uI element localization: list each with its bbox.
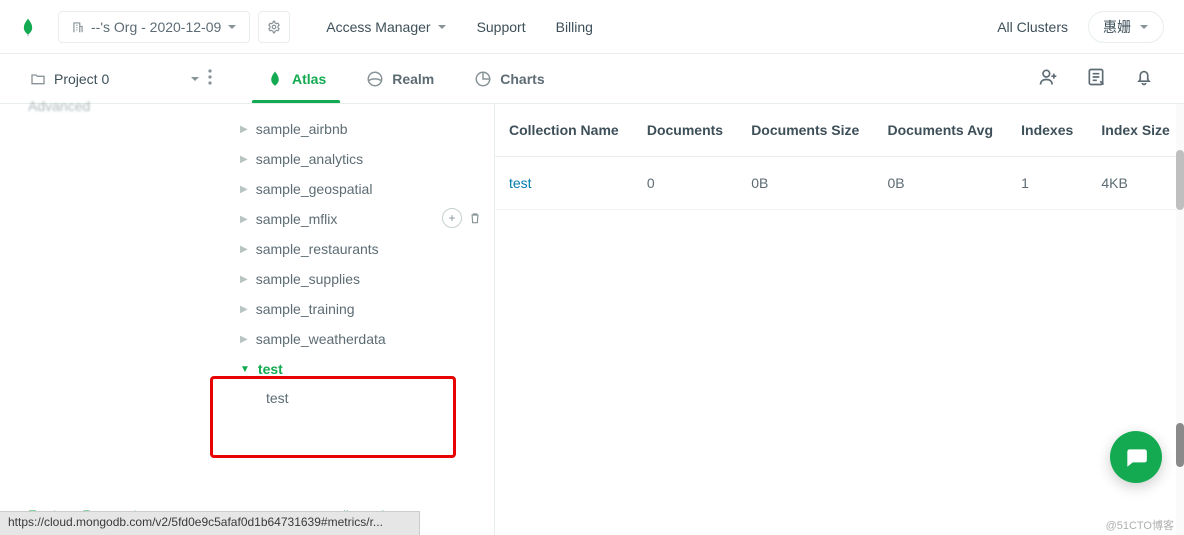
collections-table: Collection Name Documents Documents Size… (495, 104, 1184, 210)
chevron-right-icon: ▶ (240, 124, 248, 135)
trash-icon[interactable] (468, 211, 482, 225)
chevron-right-icon: ▶ (240, 184, 248, 195)
db-item-sample-analytics[interactable]: ▶sample_analytics (210, 144, 494, 174)
chevron-down-icon: ▼ (240, 364, 250, 375)
db-item-actions: + (442, 208, 482, 228)
top-bar: --'s Org - 2020-12-09 Access Manager Sup… (0, 0, 1184, 54)
tab-charts[interactable]: Charts (474, 56, 544, 102)
project-bar: Project 0 Atlas Realm Charts (0, 54, 1184, 104)
invite-button[interactable] (1038, 67, 1058, 90)
charts-icon (474, 70, 492, 88)
cell-documents: 0 (633, 157, 737, 210)
db-item-sample-mflix[interactable]: ▶sample_mflix + (210, 204, 494, 234)
col-indexes: Indexes (1007, 104, 1087, 157)
folder-icon (30, 71, 46, 87)
chevron-right-icon: ▶ (240, 214, 248, 225)
db-item-sample-training[interactable]: ▶sample_training (210, 294, 494, 324)
db-item-sample-geospatial[interactable]: ▶sample_geospatial (210, 174, 494, 204)
project-more-button[interactable] (204, 65, 216, 92)
db-item-sample-restaurants[interactable]: ▶sample_restaurants (210, 234, 494, 264)
person-plus-icon (1038, 67, 1058, 87)
chevron-right-icon: ▶ (240, 154, 248, 165)
truncated-text: Advanced (28, 98, 198, 114)
db-item-test[interactable]: ▼test (210, 354, 494, 384)
gear-icon (267, 20, 281, 34)
col-index-size: Index Size (1087, 104, 1184, 157)
access-manager-menu[interactable]: Access Manager (326, 19, 446, 35)
all-clusters-link[interactable]: All Clusters (997, 19, 1068, 35)
cell-documents-size: 0B (737, 157, 873, 210)
caret-down-icon (227, 22, 237, 32)
chevron-right-icon: ▶ (240, 304, 248, 315)
browser-status-url: https://cloud.mongodb.com/v2/5fd0e9c5afa… (0, 511, 420, 535)
db-item-sample-weatherdata[interactable]: ▶sample_weatherdata (210, 324, 494, 354)
collection-link[interactable]: test (509, 175, 532, 191)
chat-icon (1123, 444, 1149, 470)
chevron-right-icon: ▶ (240, 244, 248, 255)
table-row: test 0 0B 0B 1 4KB (495, 157, 1184, 210)
org-name: --'s Org - 2020-12-09 (91, 19, 221, 35)
col-documents: Documents (633, 104, 737, 157)
caret-down-icon (190, 74, 200, 84)
tab-realm[interactable]: Realm (366, 56, 434, 102)
top-links: Access Manager Support Billing (326, 19, 593, 35)
activity-button[interactable] (1086, 67, 1106, 90)
dots-vertical-icon (208, 69, 212, 85)
bell-icon (1134, 67, 1154, 87)
support-link[interactable]: Support (477, 19, 526, 35)
db-item-sample-airbnb[interactable]: ▶sample_airbnb (210, 114, 494, 144)
database-tree: ▶sample_airbnb ▶sample_analytics ▶sample… (210, 104, 495, 535)
cell-indexes: 1 (1007, 157, 1087, 210)
caret-down-icon (1139, 22, 1149, 32)
scrollbar[interactable] (1176, 104, 1184, 535)
col-documents-size: Documents Size (737, 104, 873, 157)
org-settings-button[interactable] (258, 11, 290, 43)
create-collection-button[interactable]: + (442, 208, 462, 228)
building-icon (71, 20, 85, 34)
cell-index-size: 4KB (1087, 157, 1184, 210)
product-tabs: Atlas Realm Charts (266, 56, 545, 102)
scroll-thumb[interactable] (1176, 150, 1184, 210)
scroll-thumb[interactable] (1176, 423, 1184, 467)
feature-requests-link[interactable]: Feature Requests (28, 417, 198, 523)
billing-link[interactable]: Billing (556, 19, 593, 35)
atlas-icon (266, 70, 284, 88)
user-menu[interactable]: 惠姗 (1088, 11, 1164, 43)
mongodb-leaf-icon (18, 17, 38, 37)
col-documents-avg: Documents Avg (873, 104, 1007, 157)
table-header-row: Collection Name Documents Documents Size… (495, 104, 1184, 157)
project-selector[interactable]: Project 0 (30, 71, 200, 87)
realm-icon (366, 70, 384, 88)
activity-icon (1086, 67, 1106, 87)
caret-down-icon (437, 22, 447, 32)
tab-atlas[interactable]: Atlas (266, 56, 326, 102)
alerts-button[interactable] (1134, 67, 1154, 90)
collection-item-test[interactable]: test (210, 384, 494, 412)
collections-table-area: Collection Name Documents Documents Size… (495, 104, 1184, 535)
project-actions (1038, 67, 1154, 90)
db-item-sample-supplies[interactable]: ▶sample_supplies (210, 264, 494, 294)
chat-button[interactable] (1110, 431, 1162, 483)
main-content: Advanced Feature Requests ▶sample_airbnb… (0, 104, 1184, 535)
cell-documents-avg: 0B (873, 157, 1007, 210)
chevron-right-icon: ▶ (240, 334, 248, 345)
org-selector[interactable]: --'s Org - 2020-12-09 (58, 11, 250, 43)
col-collection-name: Collection Name (495, 104, 633, 157)
chevron-right-icon: ▶ (240, 274, 248, 285)
left-sidebar: Advanced Feature Requests (0, 104, 210, 535)
